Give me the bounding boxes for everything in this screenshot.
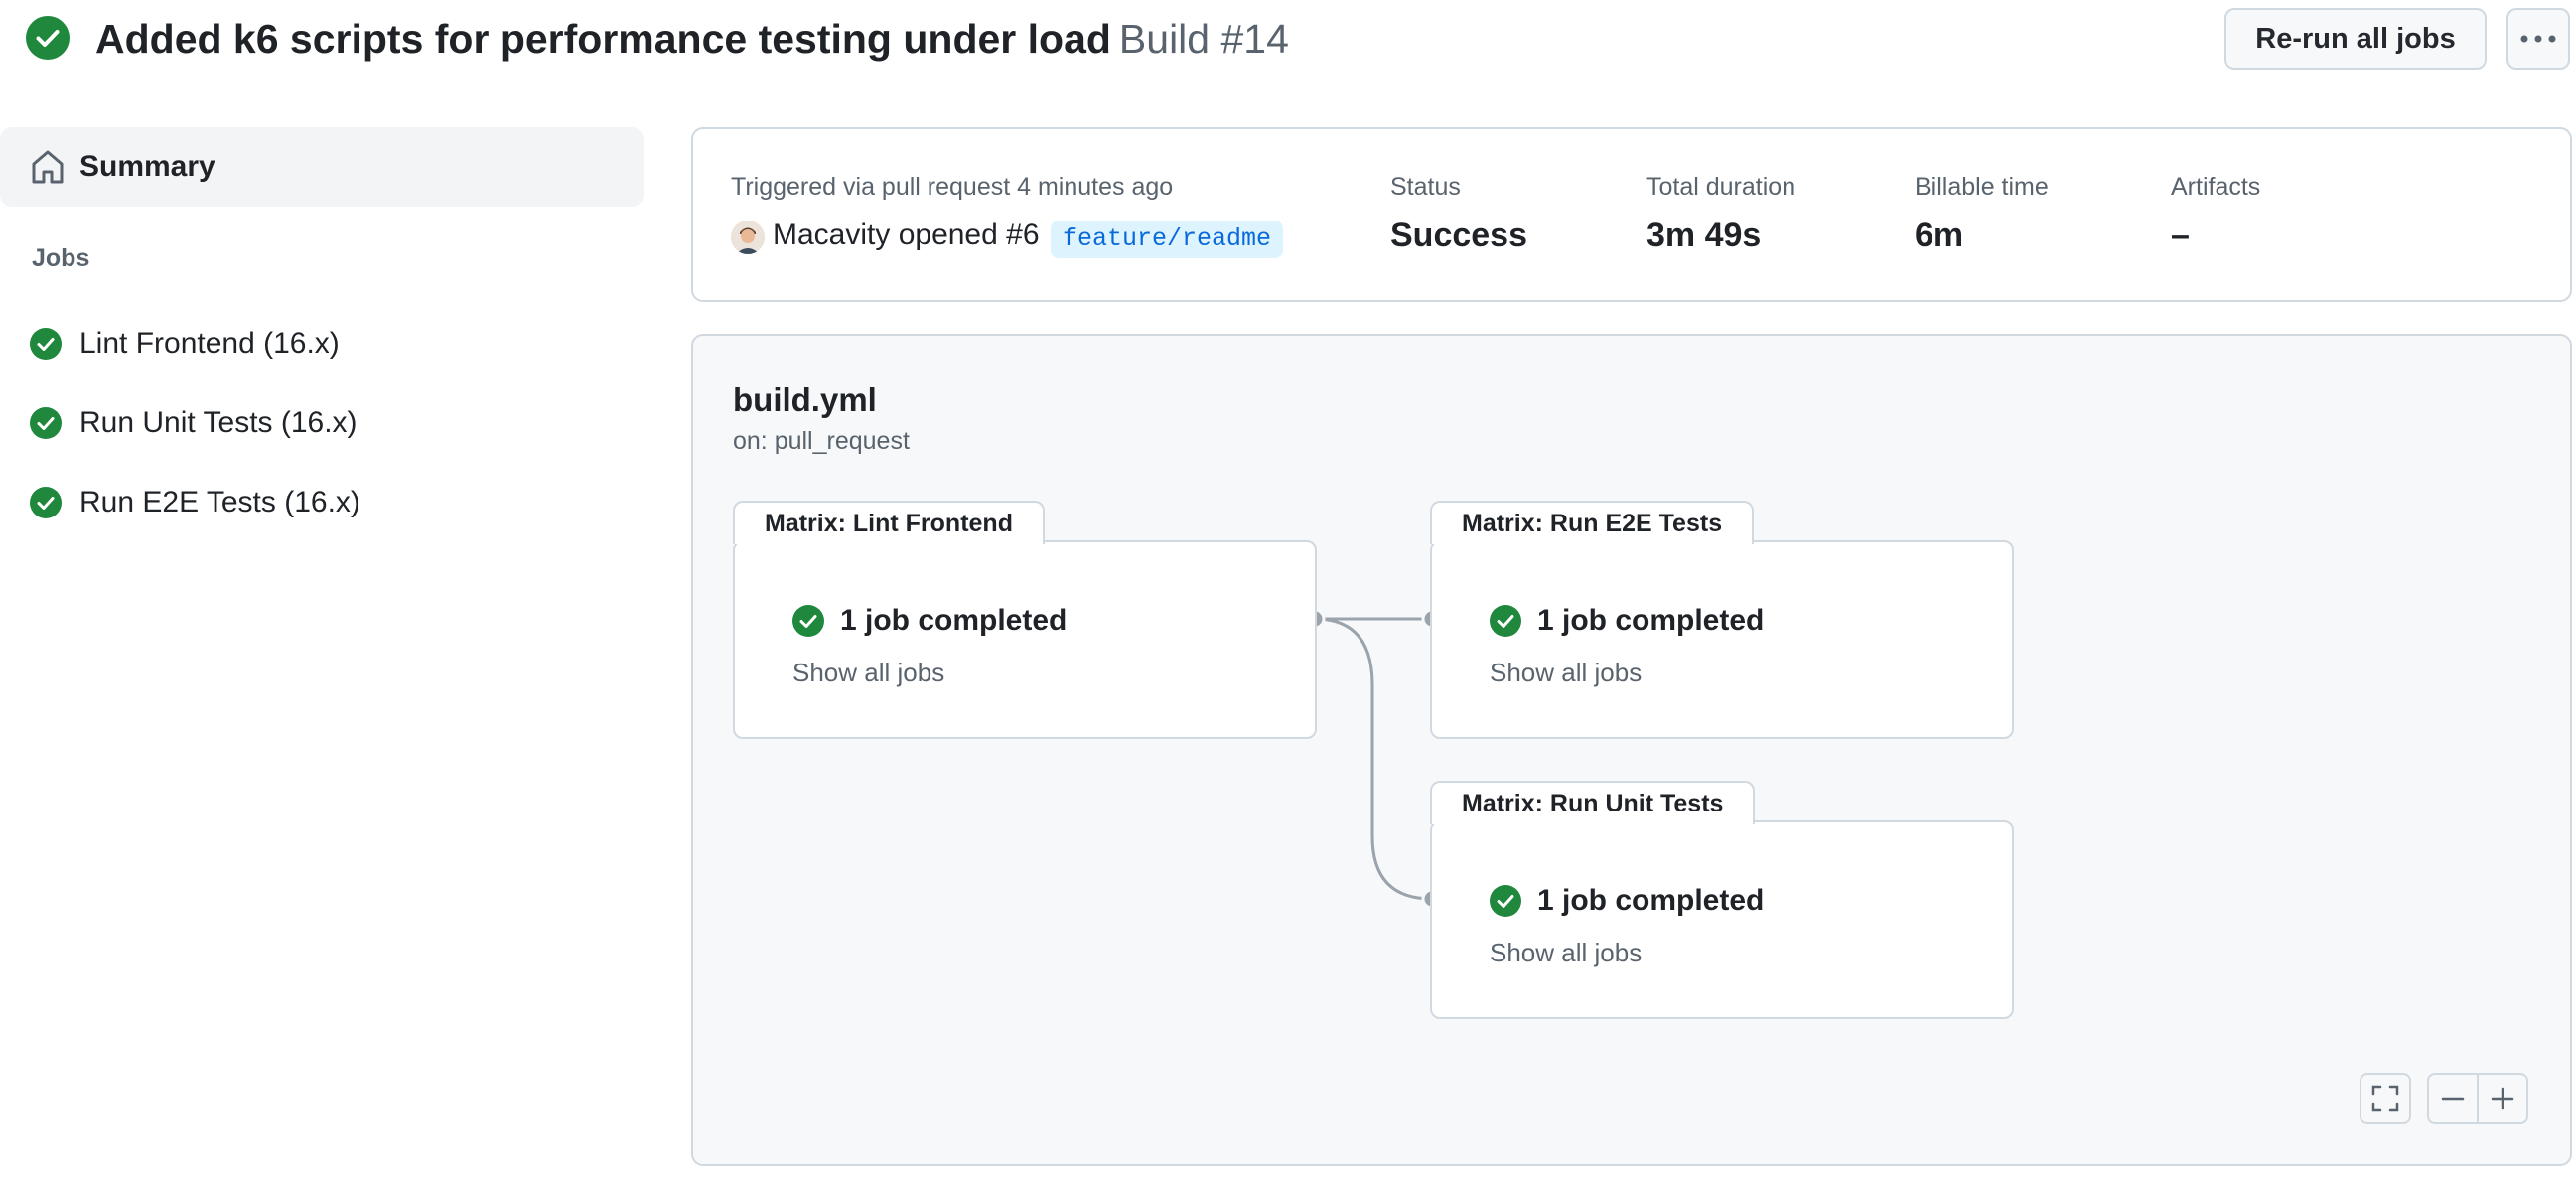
node-status: 1 job completed — [792, 604, 1067, 638]
kebab-horizontal-icon — [2520, 35, 2556, 43]
run-title-text: Added k6 scripts for performance testing… — [95, 16, 1111, 62]
show-all-jobs-link[interactable]: Show all jobs — [1490, 658, 1642, 688]
node-status-text: 1 job completed — [840, 604, 1068, 637]
connector-lint-to-unit — [1314, 617, 1433, 901]
zoom-out-icon — [2441, 1097, 2465, 1101]
sidebar-job-label: Run E2E Tests (16.x) — [79, 486, 360, 518]
build-number: Build #14 — [1118, 16, 1289, 62]
home-icon — [32, 150, 64, 184]
matrix-node-title: Matrix: Run E2E Tests — [1430, 501, 1755, 544]
fullscreen-button[interactable] — [2360, 1073, 2411, 1124]
status-value: Success — [1390, 217, 1527, 254]
node-status-text: 1 job completed — [1537, 884, 1765, 917]
more-actions-button[interactable] — [2506, 8, 2570, 70]
check-circle-icon — [30, 328, 62, 360]
workflow-graph-panel — [691, 334, 2572, 1166]
sidebar-job-run-e2e-tests[interactable]: Run E2E Tests (16.x) — [30, 475, 360, 530]
sidebar-job-lint-frontend[interactable]: Lint Frontend (16.x) — [30, 316, 340, 371]
node-status-text: 1 job completed — [1537, 604, 1765, 637]
show-all-jobs-link[interactable]: Show all jobs — [792, 658, 944, 688]
matrix-node-title: Matrix: Lint Frontend — [733, 501, 1045, 544]
artifacts-value: – — [2171, 217, 2190, 254]
sidebar-job-run-unit-tests[interactable]: Run Unit Tests (16.x) — [30, 395, 358, 451]
matrix-node-run-e2e-tests[interactable] — [1430, 540, 2014, 739]
sidebar-item-summary[interactable]: Summary — [0, 127, 644, 207]
matrix-node-run-unit-tests[interactable] — [1430, 820, 2014, 1019]
run-summary-card — [691, 127, 2572, 302]
run-status-success-icon — [26, 16, 70, 60]
matrix-node-lint-frontend[interactable] — [733, 540, 1317, 739]
jobs-heading: Jobs — [32, 244, 90, 272]
zoom-in-icon — [2491, 1087, 2514, 1110]
avatar[interactable] — [731, 221, 765, 254]
billable-time-value[interactable]: 6m — [1915, 217, 1963, 255]
sidebar-job-label: Lint Frontend (16.x) — [79, 327, 340, 360]
check-circle-icon — [30, 487, 62, 518]
billable-time-label: Billable time — [1915, 173, 2049, 201]
fullscreen-icon — [2371, 1085, 2399, 1112]
trigger-actor[interactable]: Macavity opened #6 — [773, 219, 1040, 252]
workflow-trigger: on: pull_request — [733, 427, 910, 455]
total-duration-value: 3m 49s — [1646, 217, 1762, 254]
check-circle-icon — [30, 407, 62, 439]
rerun-all-jobs-button[interactable]: Re-run all jobs — [2224, 8, 2487, 70]
zoom-in-button[interactable] — [2477, 1073, 2528, 1124]
run-title: Added k6 scripts for performance testing… — [95, 8, 1289, 70]
branch-label[interactable]: feature/readme — [1051, 221, 1284, 258]
artifacts-label: Artifacts — [2171, 173, 2261, 201]
trigger-text: Triggered via pull request 4 minutes ago — [731, 173, 1174, 201]
node-status: 1 job completed — [1490, 884, 1764, 918]
zoom-out-button[interactable] — [2427, 1073, 2479, 1124]
check-circle-icon — [1490, 605, 1521, 637]
sidebar-item-label: Summary — [79, 150, 215, 183]
total-duration-label: Total duration — [1646, 173, 1796, 201]
status-label: Status — [1390, 173, 1461, 201]
node-status: 1 job completed — [1490, 604, 1764, 638]
sidebar-job-label: Run Unit Tests (16.x) — [79, 406, 358, 439]
show-all-jobs-link[interactable]: Show all jobs — [1490, 938, 1642, 968]
check-circle-icon — [792, 605, 824, 637]
matrix-node-title: Matrix: Run Unit Tests — [1430, 781, 1756, 824]
workflow-filename[interactable]: build.yml — [733, 381, 877, 419]
check-circle-icon — [1490, 885, 1521, 917]
